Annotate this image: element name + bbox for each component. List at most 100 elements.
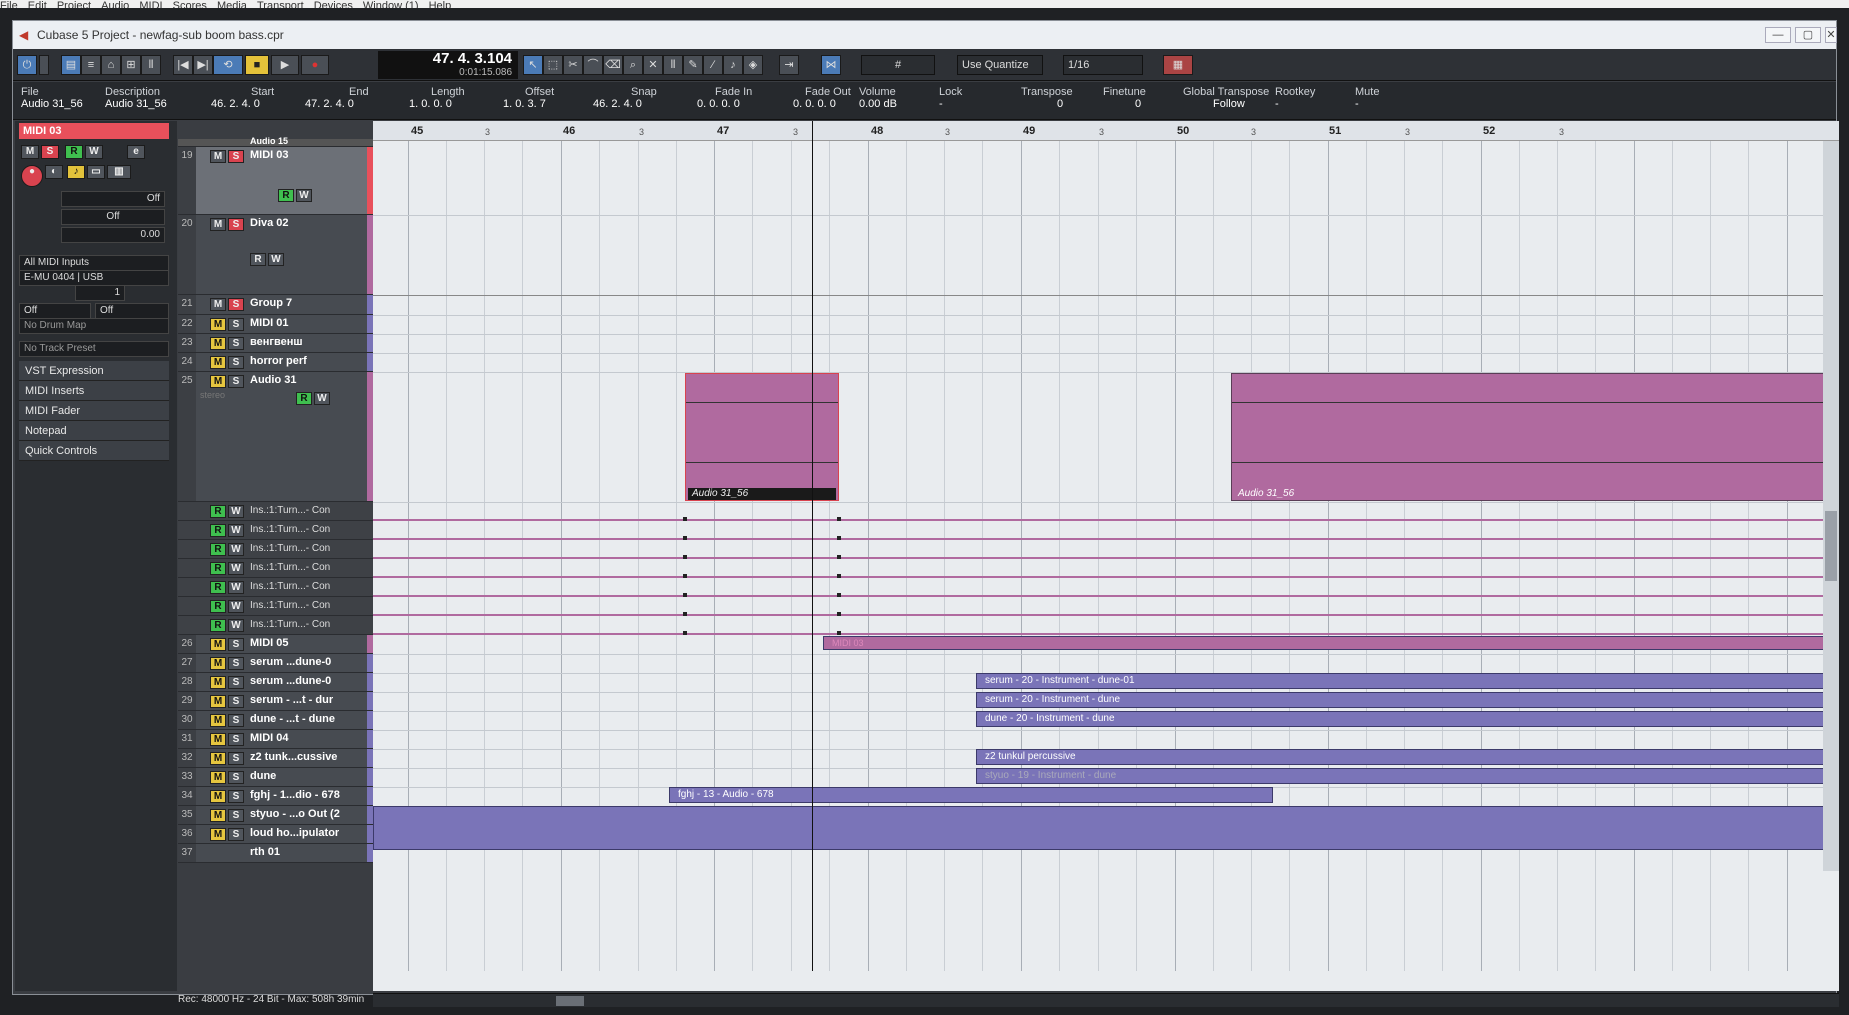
track-solo-button[interactable]: S (228, 771, 244, 784)
activate-project-button[interactable]: ⏻ (17, 55, 37, 75)
automation-lane[interactable]: R W Ins.:1:Turn...- Con (178, 597, 373, 616)
track-header[interactable]: 30 M Sdune - ...t - dune (178, 711, 373, 730)
menu-window[interactable]: Window (1) (363, 0, 419, 8)
info-fade-in[interactable]: Fade In 0. 0. 0. 0 (697, 86, 752, 111)
inspector-monitor-icon[interactable]: ◐ (45, 165, 63, 179)
track-solo-button[interactable]: S (228, 218, 244, 231)
track-mute-button[interactable]: M (210, 298, 226, 311)
inspector-section-midi-fader[interactable]: MIDI Fader (19, 401, 169, 421)
automation-lane[interactable]: R W Ins.:1:Turn...- Con (178, 578, 373, 597)
show-inspector-button[interactable]: ▤ (61, 55, 81, 75)
info-lock[interactable]: Lock - (939, 86, 962, 111)
zoom-tool-icon[interactable]: ⌕ (623, 55, 643, 75)
split-tool-icon[interactable]: ✂ (563, 55, 583, 75)
automation-lane[interactable]: R W Ins.:1:Turn...- Con (178, 559, 373, 578)
inspector-solo-button[interactable]: S (41, 145, 59, 159)
track-header[interactable]: 36 M Sloud ho...ipulator (178, 825, 373, 844)
track-mute-button[interactable]: M (210, 714, 226, 727)
info-mute[interactable]: Mute - (1355, 86, 1379, 111)
track-header[interactable]: Audio 15 (178, 136, 373, 147)
midi-part[interactable]: MIDI 03 (823, 636, 1839, 650)
track-solo-button[interactable]: S (228, 638, 244, 651)
mute-tool-icon[interactable]: ✕ (643, 55, 663, 75)
menu-devices[interactable]: Devices (314, 0, 353, 8)
track-mute-button[interactable]: M (210, 752, 226, 765)
track-header[interactable]: 21 M S Group 7 (178, 295, 373, 315)
play-tool-icon[interactable]: ♪ (723, 55, 743, 75)
track-solo-button[interactable]: S (228, 714, 244, 727)
track-mute-button[interactable]: M (210, 375, 226, 388)
track-header[interactable]: 26 M S MIDI 05 (178, 635, 373, 654)
inspector-read-button[interactable]: R (65, 145, 83, 159)
track-solo-button[interactable]: S (228, 318, 244, 331)
inspector-section-vst-expression[interactable]: VST Expression (19, 361, 169, 381)
show-infoline-button[interactable]: ≡ (81, 55, 101, 75)
time-warp-tool-icon[interactable]: ⦀ (663, 55, 683, 75)
midi-part[interactable]: styuo - 19 - Instrument - dune (976, 768, 1839, 784)
inspector-bank-field[interactable]: Off (19, 303, 91, 319)
autoscroll-button[interactable]: ⇥ (779, 55, 799, 75)
info-start[interactable]: Start 46. 2. 4. 0 (211, 86, 274, 111)
line-tool-icon[interactable]: ∕ (703, 55, 723, 75)
show-overview-button[interactable]: ⊞ (121, 55, 141, 75)
track-write-button[interactable]: W (268, 253, 284, 266)
track-solo-button[interactable]: S (228, 337, 244, 350)
track-header[interactable]: 33 M Sdune (178, 768, 373, 787)
track-solo-button[interactable]: S (228, 375, 244, 388)
automation-lane[interactable]: R W Ins.:1:Turn...- Con (178, 616, 373, 635)
midi-part[interactable]: z2 tunkul percussive (976, 749, 1839, 765)
minimize-button[interactable]: — (1765, 27, 1791, 43)
inspector-lanes-icon[interactable]: ▭ (87, 165, 105, 179)
snap-button[interactable]: ⋈ (821, 55, 841, 75)
track-mute-button[interactable]: M (210, 337, 226, 350)
midi-part[interactable]: dune - 20 - Instrument - dune (976, 711, 1839, 727)
menu-scores[interactable]: Scores (173, 0, 207, 8)
inspector-section-midi-inserts[interactable]: MIDI Inserts (19, 381, 169, 401)
track-write-button[interactable]: W (296, 189, 312, 202)
info-global-transpose[interactable]: Global Transpose Follow (1183, 86, 1269, 111)
track-header[interactable]: 31 M S MIDI 04 (178, 730, 373, 749)
track-header[interactable]: 23 M Sвенгвенш (178, 334, 373, 353)
cycle-icon[interactable]: ⟲ (213, 55, 243, 75)
track-mute-button[interactable]: M (210, 318, 226, 331)
menu-media[interactable]: Media (217, 0, 247, 8)
inspector-output-routing[interactable]: E-MU 0404 | USB (19, 270, 169, 286)
track-mute-button[interactable]: M (210, 790, 226, 803)
track-write-button[interactable]: W (314, 392, 330, 405)
track-header[interactable]: 34 M Sfghj - 1...dio - 678 (178, 787, 373, 806)
track-mute-button[interactable]: M (210, 771, 226, 784)
menu-file[interactable]: File (0, 0, 18, 8)
go-to-end-icon[interactable]: ▶| (193, 55, 213, 75)
inspector-section-quick-controls[interactable]: Quick Controls (19, 441, 169, 461)
track-solo-button[interactable]: S (228, 298, 244, 311)
track-header[interactable]: 29 M Sserum - ...t - dur (178, 692, 373, 711)
track-solo-button[interactable]: S (228, 150, 244, 163)
track-solo-button[interactable]: S (228, 733, 244, 746)
info-offset[interactable]: Offset 1. 0. 3. 7 (503, 86, 554, 111)
record-icon[interactable]: ● (301, 55, 329, 75)
automation-lane[interactable]: R W Ins.:1:Turn...- Con (178, 502, 373, 521)
track-header[interactable]: 19 M S MIDI 03 R W (178, 147, 373, 215)
track-mute-button[interactable]: M (210, 638, 226, 651)
inspector-write-button[interactable]: W (85, 145, 103, 159)
inspector-program-field[interactable]: Off (95, 303, 169, 319)
inspector-delay-field[interactable]: 0.00 (61, 227, 165, 243)
track-read-button[interactable]: R (296, 392, 312, 405)
automation-lane[interactable]: R W Ins.:1:Turn...- Con (178, 540, 373, 559)
track-solo-button[interactable]: S (228, 676, 244, 689)
info-end[interactable]: End 47. 2. 4. 0 (305, 86, 369, 111)
stop-icon[interactable]: ■ (245, 55, 269, 75)
track-header[interactable]: 28 M Sserum ...dune-0 (178, 673, 373, 692)
menu-help[interactable]: Help (429, 0, 452, 8)
inspector-velocity-field[interactable]: Off (61, 209, 165, 225)
inspector-edit-button[interactable]: e (127, 145, 145, 159)
track-mute-button[interactable]: M (210, 828, 226, 841)
midi-part[interactable]: serum - 20 - Instrument - dune-01 (976, 673, 1839, 689)
object-selection-tool-icon[interactable]: ↖ (523, 55, 543, 75)
project-cursor[interactable] (812, 121, 813, 971)
play-icon[interactable]: ▶ (271, 55, 299, 75)
constrain-delay-button[interactable] (39, 55, 49, 75)
track-header[interactable]: 20 M S Diva 02 R W (178, 215, 373, 295)
menu-project[interactable]: Project (57, 0, 91, 8)
automation-lane[interactable]: R W Ins.:1:Turn...- Con (178, 521, 373, 540)
